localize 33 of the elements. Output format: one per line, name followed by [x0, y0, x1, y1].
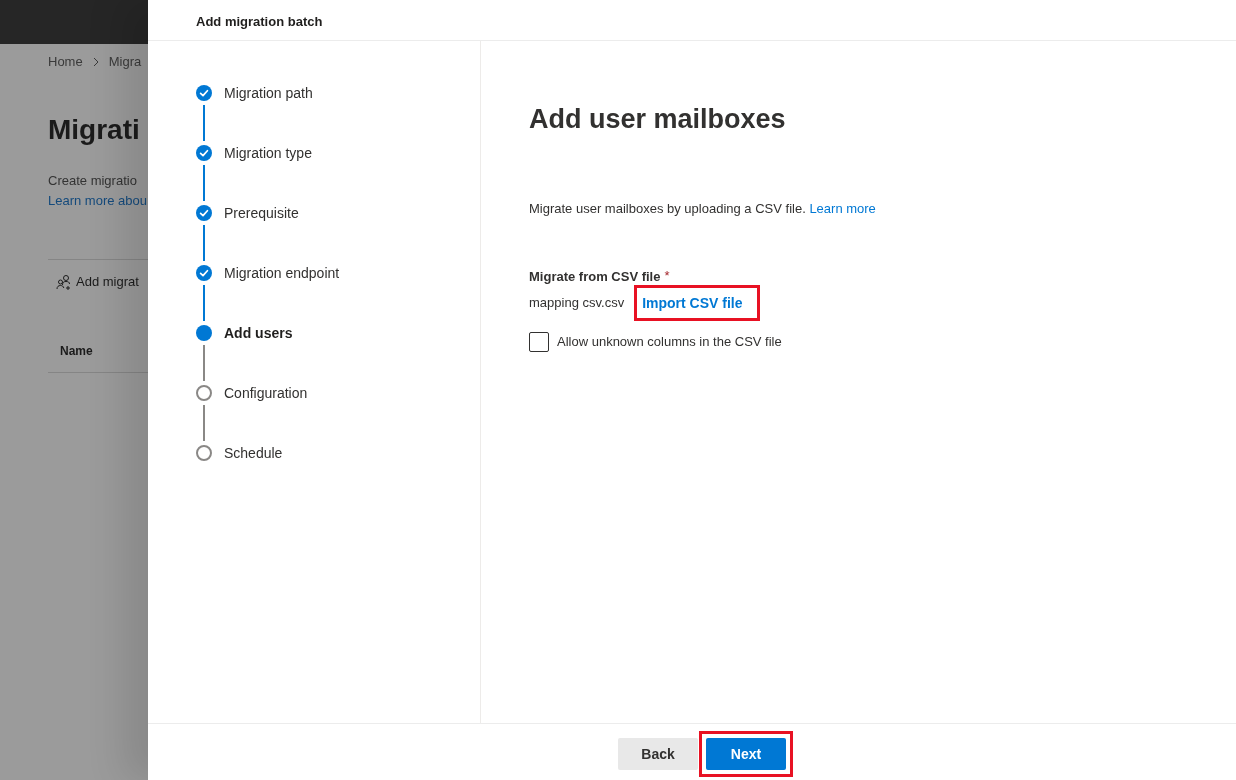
required-asterisk: * [664, 268, 670, 284]
import-csv-link[interactable]: Import CSV file [642, 293, 743, 313]
page-heading: Migrati [48, 113, 141, 147]
step-label[interactable]: Migration path [224, 83, 313, 103]
breadcrumb-link[interactable]: Home [48, 53, 83, 71]
column-header: Name [59, 343, 94, 360]
step-connector [203, 105, 205, 141]
step-label[interactable]: Schedule [224, 443, 283, 463]
page-description: Create migratio [48, 172, 138, 190]
add-migration-button[interactable]: Add migrat [56, 272, 139, 292]
description-text: Migrate user mailboxes by uploading a CSV file. Learn more [529, 200, 876, 218]
next-button[interactable]: Next [706, 738, 786, 770]
step-connector [203, 225, 205, 261]
field-label: Migrate from CSV file [529, 268, 661, 286]
breadcrumb-link[interactable]: Migra [108, 53, 142, 71]
step-label[interactable]: Migration type [224, 143, 312, 163]
chevron-right-icon [92, 57, 99, 67]
people-add-icon [56, 274, 72, 290]
step-connector [203, 285, 205, 321]
checkbox[interactable] [529, 332, 549, 352]
step-label[interactable]: Migration endpoint [224, 263, 340, 283]
file-name: mapping csv.csv [529, 294, 625, 312]
checkbox-label: Allow unknown columns in the CSV file [557, 333, 782, 351]
step-connector [203, 165, 205, 201]
panel-title: Add migration batch [196, 13, 323, 31]
step-label[interactable]: Add users [224, 323, 293, 343]
step-connector [203, 345, 205, 381]
step-connector [203, 405, 205, 441]
step-label[interactable]: Prerequisite [224, 203, 299, 223]
step-label[interactable]: Configuration [224, 383, 308, 403]
learn-more-link[interactable]: Learn more [809, 201, 876, 216]
section-heading: Add user mailboxes [529, 103, 786, 135]
back-button[interactable]: Back [618, 738, 698, 770]
